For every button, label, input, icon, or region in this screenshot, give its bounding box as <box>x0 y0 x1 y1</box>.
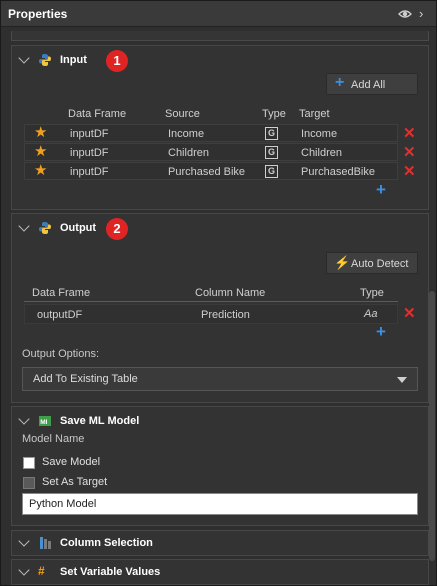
col-header-type: Type <box>262 108 286 120</box>
add-row-icon[interactable]: + <box>376 322 386 342</box>
chevron-down-icon[interactable] <box>18 52 30 64</box>
col-header-source: Source <box>165 108 200 120</box>
table-row[interactable]: ★ inputDF Income G Income <box>24 124 398 142</box>
python-icon <box>39 54 51 66</box>
table-row[interactable]: ★ inputDF Children G Children <box>24 143 398 161</box>
save-ml-model-header[interactable]: MI Save ML Model <box>12 407 428 435</box>
model-name-label: Model Name <box>22 433 85 445</box>
properties-panel: Properties › Input 1 + Add All Data Fram… <box>0 0 437 586</box>
column-selection-header[interactable]: Column Selection <box>12 531 428 559</box>
collapsed-section-strip <box>11 31 429 41</box>
python-icon <box>39 222 51 234</box>
type-icon: G <box>265 165 278 178</box>
set-as-target-checkbox[interactable] <box>23 477 35 489</box>
step-badge-2: 2 <box>106 218 128 240</box>
col-header-data-frame: Data Frame <box>32 287 91 299</box>
ml-model-icon: MI <box>39 416 51 426</box>
delete-icon[interactable]: ✕ <box>403 143 416 161</box>
save-ml-model-title: Save ML Model <box>60 415 140 427</box>
set-variable-values-section: # Set Variable Values <box>11 559 429 585</box>
divider <box>24 301 398 302</box>
set-variable-values-header[interactable]: # Set Variable Values <box>12 560 428 586</box>
chevron-down-icon[interactable] <box>18 535 30 547</box>
set-as-target-label: Set As Target <box>42 476 108 488</box>
column-selection-title: Column Selection <box>60 537 153 549</box>
chevron-down-icon[interactable] <box>18 413 30 425</box>
col-header-column-name: Column Name <box>195 287 266 299</box>
col-header-data-frame: Data Frame <box>68 108 127 120</box>
star-icon: ★ <box>34 143 48 160</box>
panel-titlebar: Properties › <box>1 1 436 27</box>
column-selection-icon <box>40 537 51 549</box>
type-icon: G <box>265 127 278 140</box>
chevron-right-icon[interactable]: › <box>419 6 423 21</box>
panel-title: Properties <box>8 7 68 21</box>
svg-text:MI: MI <box>40 419 47 426</box>
model-name-input[interactable]: Python Model <box>22 493 418 515</box>
eye-icon[interactable] <box>398 7 412 21</box>
add-row-icon[interactable]: + <box>376 180 386 200</box>
output-options-select[interactable]: Add To Existing Table <box>22 367 418 391</box>
save-model-label: Save Model <box>42 456 101 468</box>
delete-icon[interactable]: ✕ <box>403 124 416 142</box>
col-header-type: Type <box>360 287 384 299</box>
output-options-label: Output Options: <box>22 348 100 360</box>
set-variable-values-title: Set Variable Values <box>60 566 161 578</box>
input-section-header[interactable]: Input 1 <box>12 46 428 74</box>
add-all-button[interactable]: + Add All <box>326 73 418 95</box>
star-icon: ★ <box>34 124 48 141</box>
type-icon: G <box>265 146 278 159</box>
delete-icon[interactable]: ✕ <box>403 304 416 322</box>
input-section: Input 1 + Add All Data Frame Source Type… <box>11 45 429 210</box>
table-row[interactable]: ★ inputDF Purchased Bike G PurchasedBike <box>24 162 398 180</box>
step-badge-1: 1 <box>106 50 128 72</box>
input-section-title: Input <box>60 54 87 66</box>
delete-icon[interactable]: ✕ <box>403 162 416 180</box>
star-icon: ★ <box>34 162 48 179</box>
auto-detect-button[interactable]: ⚡ Auto Detect <box>326 252 418 274</box>
column-selection-section: Column Selection <box>11 530 429 556</box>
chevron-down-icon[interactable] <box>18 564 30 576</box>
variable-hash-icon: # <box>38 564 45 578</box>
save-model-checkbox[interactable] <box>23 457 35 469</box>
dropdown-arrow-icon <box>397 377 407 383</box>
chevron-down-icon[interactable] <box>18 220 30 232</box>
scrollbar[interactable] <box>429 291 435 561</box>
type-text-icon: Aa <box>364 308 378 320</box>
output-section-header[interactable]: Output 2 <box>12 214 428 242</box>
output-section: Output 2 ⚡ Auto Detect Data Frame Column… <box>11 213 429 403</box>
plus-icon: + <box>335 74 345 91</box>
output-section-title: Output <box>60 222 97 234</box>
col-header-target: Target <box>299 108 330 120</box>
lightning-icon: ⚡ <box>334 255 351 270</box>
save-ml-model-section: MI Save ML Model Model Name Save Model S… <box>11 406 429 526</box>
table-row[interactable]: outputDF Prediction Aa <box>24 304 398 324</box>
